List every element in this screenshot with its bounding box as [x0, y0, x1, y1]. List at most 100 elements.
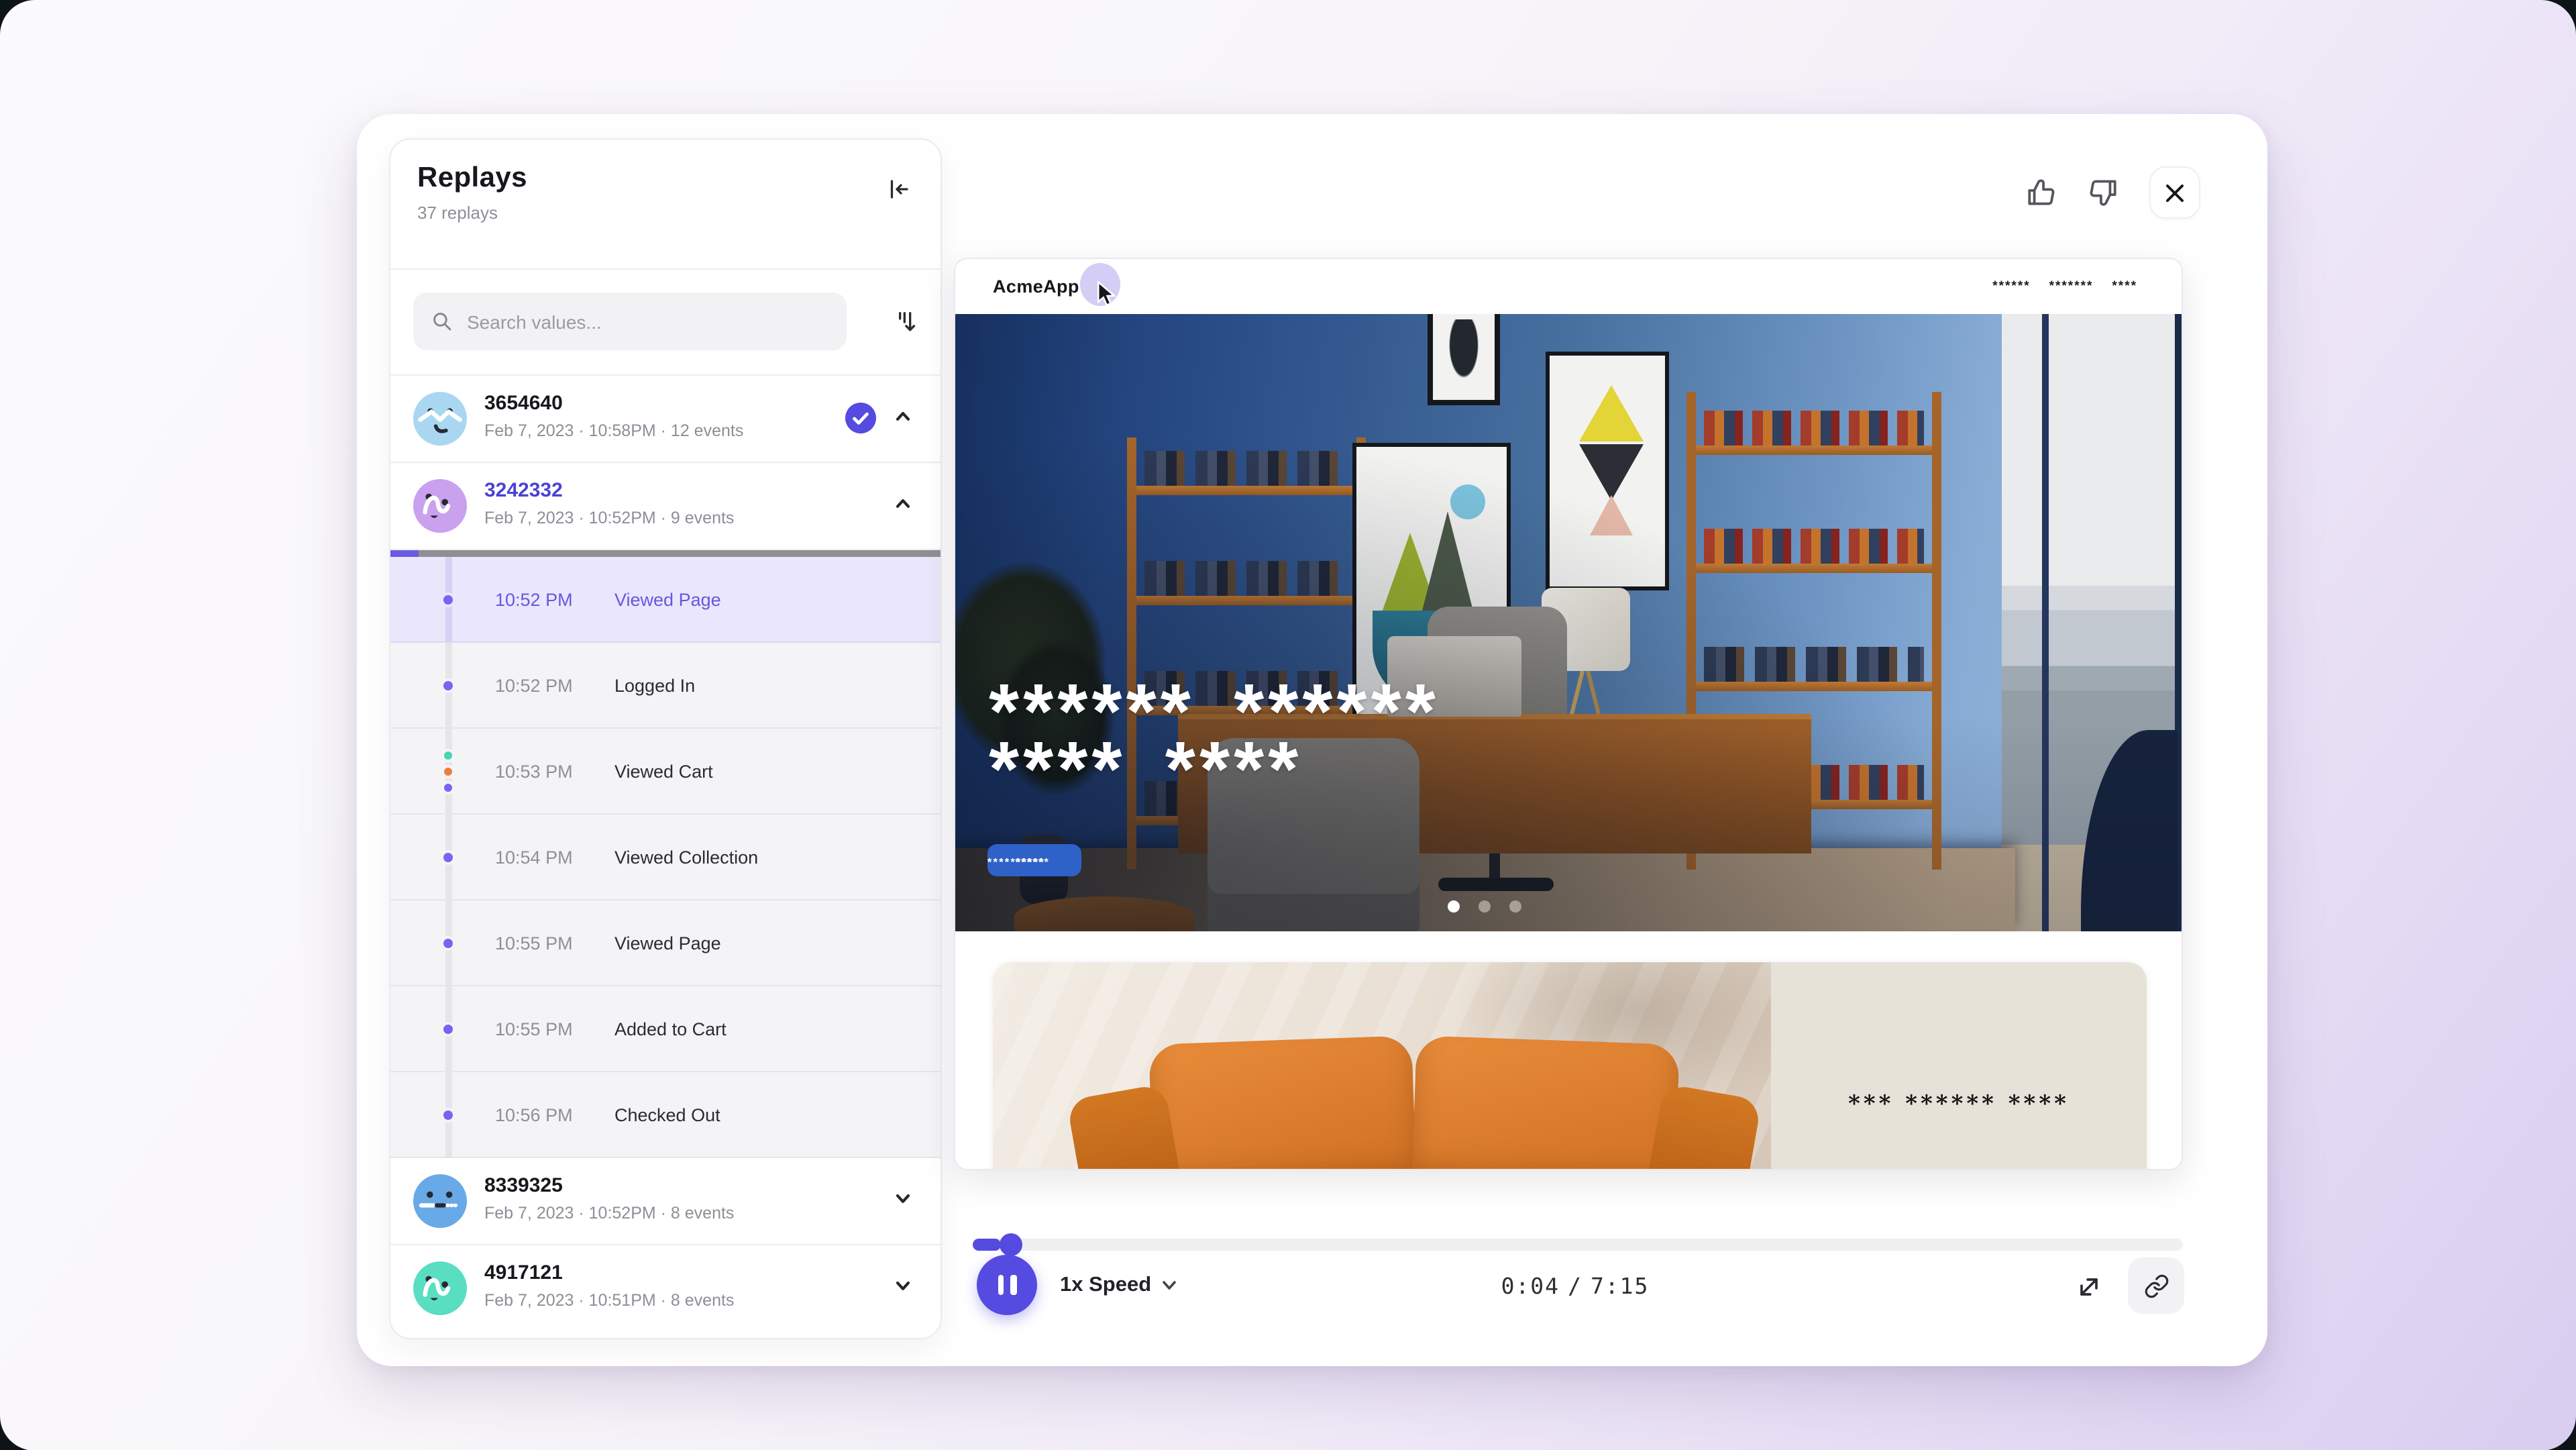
cursor-icon	[1095, 280, 1118, 307]
event-list-item[interactable]: 10:55 PM Viewed Page	[390, 900, 941, 986]
link-icon	[2143, 1273, 2169, 1298]
playback-time: 0:04 / 7:15	[1497, 1274, 1654, 1299]
app-window: Replays 37 replays	[0, 0, 2576, 1450]
speed-selector[interactable]: 1x Speed	[1060, 1272, 1177, 1299]
product-text-panel: *** ****** ****	[1771, 962, 2147, 1170]
replays-sidebar: Replays 37 replays	[389, 138, 942, 1339]
masked-nav-link[interactable]: *******	[2049, 279, 2094, 294]
event-dot	[441, 935, 455, 950]
masked-nav-link[interactable]: ******	[1992, 279, 2030, 294]
event-list-item[interactable]: 10:55 PM Added to Cart	[390, 986, 941, 1072]
event-time: 10:53 PM	[495, 761, 573, 781]
time-separator: /	[1568, 1274, 1582, 1299]
playback-scrubber-handle[interactable]	[1000, 1233, 1022, 1256]
event-list-item[interactable]: 10:52 PMViewed Page	[390, 557, 941, 643]
event-dot	[441, 678, 455, 692]
pause-icon	[1010, 1275, 1016, 1295]
collapse-panel-left-icon[interactable]	[879, 169, 919, 209]
session-watch-progress-fill	[390, 550, 418, 557]
event-dot	[441, 849, 455, 864]
pause-button[interactable]	[977, 1255, 1037, 1315]
event-list-item[interactable]: 10:53 PM Viewed Cart	[390, 729, 941, 815]
event-time: 10:55 PM	[495, 933, 573, 953]
event-name: Checked Out	[614, 1104, 720, 1125]
replayed-site-navbar: AcmeApp *****************	[955, 259, 2182, 314]
thumbs-down-icon[interactable]	[2082, 172, 2123, 212]
playback-progress-fill	[973, 1239, 1001, 1251]
masked-nav-link[interactable]: ****	[2112, 279, 2137, 294]
chevron-down-icon	[1162, 1280, 1177, 1291]
search-row	[390, 270, 941, 374]
event-time: 10:55 PM	[495, 1019, 573, 1039]
carousel-dots	[955, 900, 2012, 913]
event-dot-group	[441, 1021, 455, 1036]
hero-cta-button[interactable]: **** ****** **********	[987, 844, 1081, 876]
event-list-item[interactable]: 10:52 PM Logged In	[390, 643, 941, 729]
copy-link-button[interactable]	[2128, 1257, 2184, 1314]
event-time: 10:54 PM	[495, 847, 573, 867]
chevron-down-icon[interactable]	[892, 1188, 919, 1214]
user-avatar	[413, 1174, 467, 1228]
site-logo: AcmeApp	[993, 276, 1079, 297]
event-time: 10:56 PM	[495, 1104, 573, 1125]
event-time: 10:52 PM	[495, 589, 573, 609]
event-name: Viewed Collection	[614, 847, 758, 867]
product-photo-sofa	[993, 962, 1771, 1170]
user-avatar	[413, 1261, 467, 1315]
event-dot	[441, 592, 455, 607]
event-name: Viewed Page	[614, 933, 721, 953]
replay-list-item[interactable]: 4917121Feb 7, 2023 · 10:51PM · 8 events	[390, 1245, 941, 1333]
selected-check-badge-icon	[845, 403, 876, 433]
close-button[interactable]	[2149, 166, 2200, 219]
replay-meta: Feb 7, 2023 · 10:58PM · 12 events	[484, 421, 743, 440]
masked-hero-title-line2: **** ****	[989, 731, 1302, 809]
playback-progress-track[interactable]	[973, 1239, 2183, 1251]
sidebar-header: Replays 37 replays	[390, 140, 941, 270]
event-dot	[441, 764, 455, 778]
replay-count: 37 replays	[417, 203, 914, 223]
close-icon	[2164, 182, 2186, 203]
replay-list-item[interactable]: 8339325Feb 7, 2023 · 10:52PM · 8 events	[390, 1158, 941, 1245]
product-card[interactable]: *** ****** ****	[993, 962, 2147, 1170]
fullscreen-expand-icon[interactable]	[2072, 1270, 2106, 1304]
event-dot-group	[441, 849, 455, 864]
replay-meta: Feb 7, 2023 · 10:52PM · 8 events	[484, 1204, 734, 1223]
page-title: Replays	[417, 162, 914, 195]
replay-id: 3654640	[484, 392, 563, 415]
carousel-dot[interactable]	[1478, 900, 1490, 913]
event-dot	[441, 748, 455, 762]
masked-nav-links: *****************	[1992, 259, 2137, 314]
sort-descending-icon[interactable]	[890, 306, 922, 338]
search-input[interactable]	[413, 293, 847, 350]
event-dot-group	[441, 678, 455, 692]
event-name: Logged In	[614, 675, 695, 695]
carousel-dot[interactable]	[1447, 900, 1459, 913]
replay-list-item[interactable]: 3654640 Feb 7, 2023 · 10:58PM · 12 events	[390, 376, 941, 463]
pause-icon	[998, 1275, 1004, 1295]
event-dot	[441, 1107, 455, 1122]
elapsed-time: 0:04	[1501, 1274, 1560, 1299]
masked-product-text: *** ****** ****	[1848, 1091, 2070, 1118]
replay-list: 3654640 Feb 7, 2023 · 10:58PM · 12 events…	[390, 374, 941, 1333]
replay-meta: Feb 7, 2023 · 10:52PM · 9 events	[484, 509, 734, 527]
chevron-down-icon[interactable]	[892, 1275, 919, 1302]
replay-list-item[interactable]: 3242332 Feb 7, 2023 · 10:52PM · 9 events	[390, 463, 941, 550]
replay-id: 4917121	[484, 1261, 563, 1284]
hero-banner: ****** ****** **** **** **** ****** ****…	[955, 314, 2183, 931]
chevron-up-icon[interactable]	[892, 405, 919, 432]
replay-modal: Replays 37 replays	[357, 114, 2267, 1366]
event-list-item[interactable]: 10:56 PM Checked Out	[390, 1072, 941, 1158]
carousel-dot[interactable]	[1509, 900, 1521, 913]
thumbs-up-icon[interactable]	[2021, 172, 2061, 212]
event-name: Added to Cart	[614, 1019, 727, 1039]
replay-id: 3242332	[484, 479, 563, 502]
event-name: Viewed Cart	[614, 761, 713, 781]
event-time: 10:52 PM	[495, 675, 573, 695]
total-duration: 7:15	[1591, 1274, 1650, 1299]
event-list-item[interactable]: 10:54 PM Viewed Collection	[390, 815, 941, 900]
event-dot-group	[441, 1107, 455, 1122]
product-section: *** ****** ****	[955, 931, 2183, 1170]
replay-viewport: AcmeApp *****************	[954, 258, 2183, 1170]
chevron-up-icon[interactable]	[892, 493, 919, 519]
user-avatar	[413, 479, 467, 533]
